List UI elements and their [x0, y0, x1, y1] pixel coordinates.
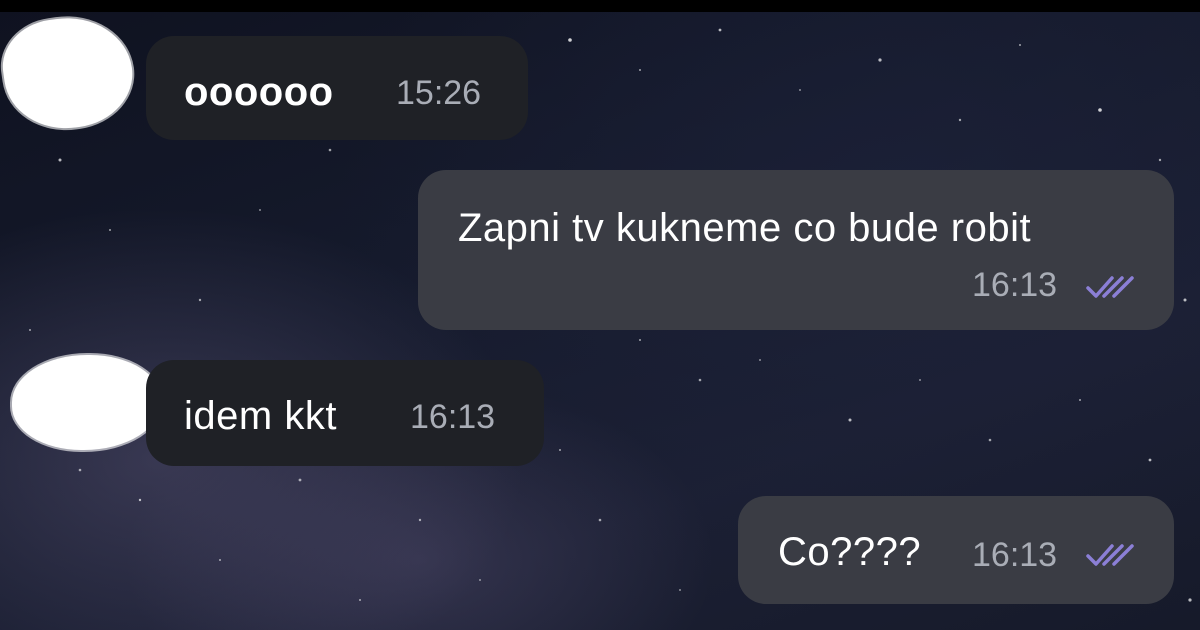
double-check-icon	[1086, 276, 1134, 298]
message-text: Co????	[778, 530, 922, 574]
message-time: 16:13	[972, 536, 1058, 574]
status-bar-strip	[0, 0, 1200, 12]
message-time: 16:13	[410, 398, 496, 436]
contact-avatar[interactable]	[12, 355, 162, 450]
message-text: idem kkt	[184, 394, 337, 438]
message-text: оооооо	[184, 70, 334, 114]
message-bubble-incoming[interactable]: idem kkt 16:13	[146, 360, 544, 466]
message-bubble-incoming[interactable]: оооооо 15:26	[146, 36, 528, 140]
message-time: 15:26	[396, 74, 482, 112]
contact-avatar[interactable]	[0, 9, 140, 137]
double-check-icon	[1086, 544, 1134, 566]
message-bubble-outgoing[interactable]: Zapni tv kukneme co bude robit 16:13	[418, 170, 1174, 330]
message-text: Zapni tv kukneme co bude robit	[458, 206, 1032, 250]
message-time: 16:13	[972, 266, 1058, 304]
message-bubble-outgoing[interactable]: Co???? 16:13	[738, 496, 1174, 604]
